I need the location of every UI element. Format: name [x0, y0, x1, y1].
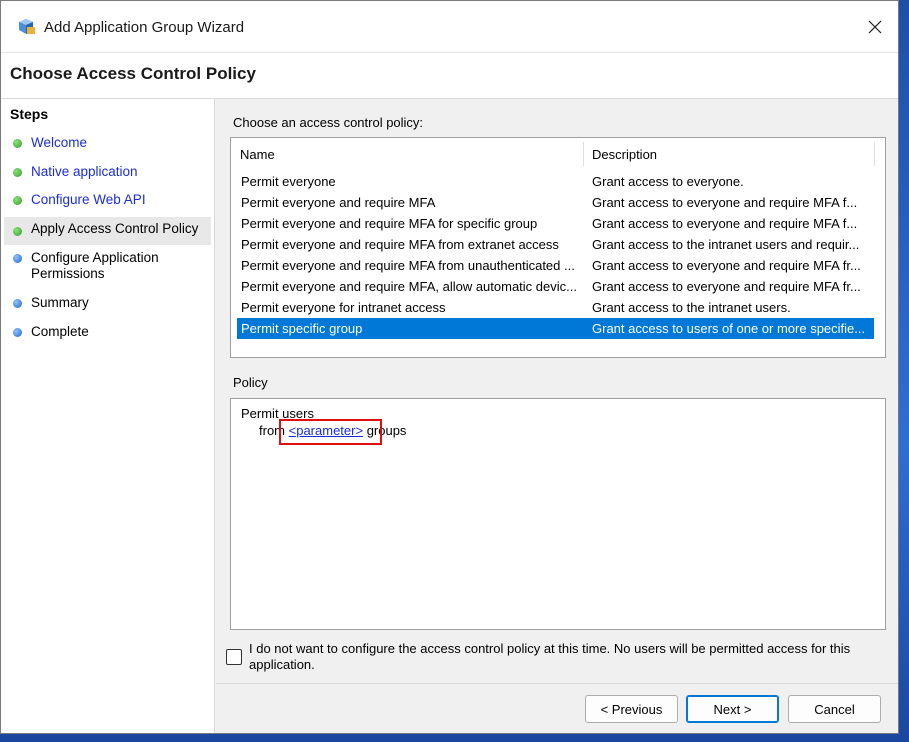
table-row[interactable]: Permit everyone and require MFA for spec…: [237, 213, 874, 234]
window-title: Add Application Group Wizard: [44, 19, 245, 36]
column-header-description[interactable]: Description: [592, 147, 657, 162]
step-welcome[interactable]: Welcome: [4, 135, 211, 151]
policy-label: Policy: [233, 375, 268, 390]
table-row[interactable]: Permit everyone and require MFA from ext…: [237, 234, 874, 255]
step-summary: Summary: [4, 295, 211, 311]
main-content: Choose an access control policy: Name De…: [216, 99, 898, 733]
step-label: Apply Access Control Policy: [31, 221, 199, 236]
policy-name: Permit everyone and require MFA from una…: [241, 258, 575, 273]
table-row-selected[interactable]: Permit specific group Grant access to us…: [237, 318, 874, 339]
policy-description: Grant access to everyone and require MFA…: [592, 216, 858, 231]
step-label: Complete: [31, 324, 89, 339]
step-label: Welcome: [31, 135, 88, 150]
table-row[interactable]: Permit everyone and require MFA from una…: [237, 255, 874, 276]
table-row[interactable]: Permit everyone and require MFA Grant ac…: [237, 192, 874, 213]
step-complete: Complete: [4, 324, 211, 340]
column-divider[interactable]: [583, 142, 584, 166]
wizard-window: Add Application Group Wizard Choose Acce…: [0, 0, 899, 734]
policy-name: Permit everyone and require MFA for spec…: [241, 216, 538, 231]
step-pending-icon: [13, 299, 22, 308]
page-title: Choose Access Control Policy: [10, 64, 256, 83]
steps-heading: Steps: [10, 106, 49, 122]
step-pending-icon: [13, 328, 22, 337]
policy-description: Grant access to everyone and require MFA…: [592, 258, 861, 273]
table-header: Name Description: [231, 138, 885, 170]
policy-name: Permit everyone for intranet access: [241, 300, 446, 315]
page-header: Choose Access Control Policy: [1, 53, 898, 99]
column-divider[interactable]: [874, 142, 875, 166]
skip-policy-checkbox[interactable]: [226, 649, 242, 665]
app-icon: [19, 19, 35, 34]
policy-list[interactable]: Name Description Permit everyone Grant a…: [230, 137, 886, 358]
annotation-highlight-box: [279, 419, 382, 445]
policy-name: Permit everyone: [241, 174, 336, 189]
policy-name: Permit everyone and require MFA, allow a…: [241, 279, 577, 294]
policy-description: Grant access to everyone and require MFA…: [592, 195, 858, 210]
title-bar: Add Application Group Wizard: [1, 1, 898, 53]
close-button[interactable]: [852, 1, 898, 53]
table-row[interactable]: Permit everyone for intranet access Gran…: [237, 297, 874, 318]
step-label: Configure Application Permissions: [31, 250, 159, 281]
previous-button[interactable]: < Previous: [585, 695, 678, 723]
policy-description: Grant access to the intranet users.: [592, 300, 791, 315]
step-native-application[interactable]: Native application: [4, 164, 211, 180]
step-label: Native application: [31, 164, 138, 179]
policy-description: Grant access to everyone.: [592, 174, 744, 189]
policy-description: Grant access to users of one or more spe…: [592, 321, 866, 336]
footer-divider: [216, 683, 898, 684]
step-configure-application-permissions: Configure Application Permissions: [4, 250, 184, 282]
choose-policy-label: Choose an access control policy:: [233, 115, 424, 130]
cancel-button[interactable]: Cancel: [788, 695, 881, 723]
steps-panel: Steps Welcome Native application Configu…: [1, 99, 215, 733]
policy-name: Permit everyone and require MFA from ext…: [241, 237, 559, 252]
step-configure-web-api[interactable]: Configure Web API: [4, 192, 211, 208]
policy-description: Grant access to the intranet users and r…: [592, 237, 860, 252]
step-label: Configure Web API: [31, 192, 146, 207]
step-apply-access-control-policy: Apply Access Control Policy: [4, 217, 211, 245]
table-row[interactable]: Permit everyone Grant access to everyone…: [237, 171, 874, 192]
step-pending-icon: [13, 254, 22, 263]
policy-description: Grant access to everyone and require MFA…: [592, 279, 861, 294]
step-complete-icon: [13, 227, 22, 236]
next-button[interactable]: Next >: [686, 695, 779, 723]
step-complete-icon: [13, 168, 22, 177]
column-header-name[interactable]: Name: [240, 147, 275, 162]
table-row[interactable]: Permit everyone and require MFA, allow a…: [237, 276, 874, 297]
close-icon: [868, 20, 882, 34]
step-complete-icon: [13, 139, 22, 148]
step-label: Summary: [31, 295, 89, 310]
step-complete-icon: [13, 196, 22, 205]
skip-policy-checkbox-label[interactable]: I do not want to configure the access co…: [249, 641, 879, 673]
policy-name: Permit everyone and require MFA: [241, 195, 436, 210]
policy-name: Permit specific group: [241, 321, 363, 336]
